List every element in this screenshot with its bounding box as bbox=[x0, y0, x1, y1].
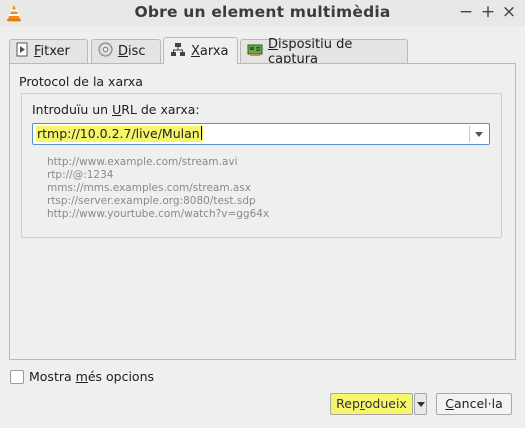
tab-label: Xarxa bbox=[191, 43, 229, 59]
show-more-options-label[interactable]: Mostra més opcions bbox=[29, 369, 154, 384]
tab-network[interactable]: Xarxa bbox=[163, 37, 238, 64]
example-url: rtp://@:1234 bbox=[47, 169, 114, 181]
close-button[interactable]: × bbox=[499, 2, 519, 22]
url-examples: http://www.example.com/stream.avi rtp://… bbox=[47, 156, 269, 221]
network-protocol-heading: Protocol de la xarxa bbox=[19, 74, 143, 89]
example-url: rtsp://server.example.org:8080/test.sdp bbox=[47, 195, 256, 207]
tab-label: Dispositiu de captura bbox=[268, 36, 353, 67]
chevron-down-icon[interactable] bbox=[475, 132, 483, 137]
window-title: Obre un element multimèdia bbox=[134, 3, 391, 21]
minimize-button[interactable]: − bbox=[456, 2, 476, 22]
tab-disc[interactable]: Disc bbox=[91, 39, 161, 63]
play-button[interactable]: Reprodueix bbox=[330, 393, 413, 415]
text-caret bbox=[200, 126, 202, 140]
capture-card-icon bbox=[247, 43, 263, 61]
tab-file[interactable]: Fitxer bbox=[9, 39, 88, 63]
example-url: http://www.yourtube.com/watch?v=gg64x bbox=[47, 208, 270, 220]
example-url: mms://mms.examples.com/stream.asx bbox=[47, 182, 252, 194]
file-icon bbox=[16, 42, 29, 61]
cancel-button[interactable]: Cancel·la bbox=[436, 393, 512, 415]
play-options-dropdown[interactable] bbox=[414, 393, 427, 415]
show-more-options-checkbox[interactable] bbox=[10, 370, 24, 384]
tab-capture-device[interactable]: Dispositiu de captura bbox=[240, 37, 408, 67]
maximize-button[interactable]: + bbox=[478, 2, 498, 22]
url-input-value: rtmp://10.0.2.7/live/Mulan bbox=[36, 126, 203, 142]
combo-separator bbox=[469, 126, 470, 142]
example-url: http://www.example.com/stream.avi bbox=[47, 156, 238, 168]
network-icon bbox=[170, 42, 186, 61]
tab-label: Fitxer bbox=[34, 44, 70, 59]
disc-icon bbox=[98, 42, 113, 61]
url-label: Introduïu un URL de xarxa: bbox=[32, 102, 200, 117]
url-input[interactable]: rtmp://10.0.2.7/live/Mulan bbox=[32, 123, 490, 145]
title-bar: Obre un element multimèdia − + × bbox=[0, 0, 525, 26]
tab-label: Disc bbox=[118, 44, 146, 59]
